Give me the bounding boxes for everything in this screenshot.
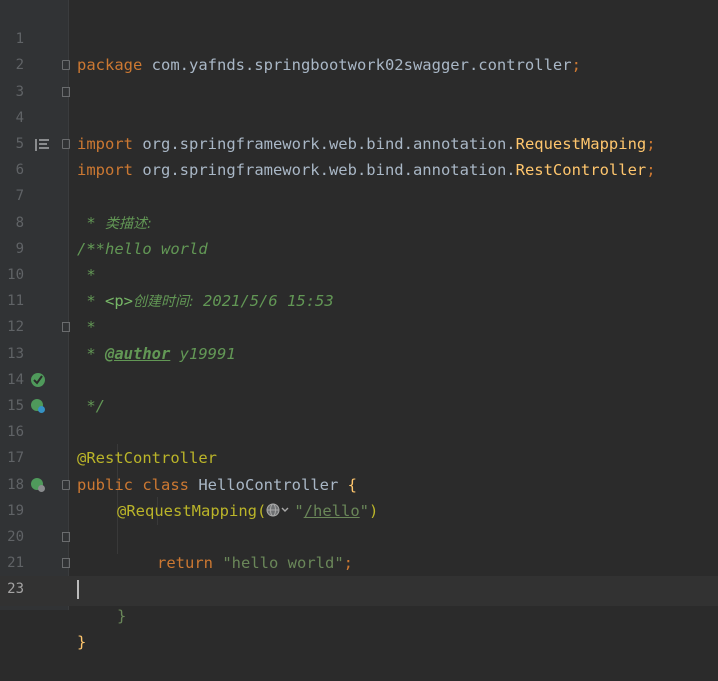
line-number: 23 xyxy=(7,581,24,598)
code-text: } xyxy=(77,632,87,651)
doc-render-icon[interactable] xyxy=(34,137,50,153)
code-line-12[interactable]: 12 * @author y19991 xyxy=(0,288,718,362)
fold-end-icon[interactable] xyxy=(62,558,70,569)
spring-web-endpoint-icon[interactable] xyxy=(30,477,46,493)
code-line-7[interactable]: 7 * 类描述: xyxy=(0,157,718,231)
code-line-19[interactable]: 19 public String hello() { xyxy=(0,472,718,598)
code-line-9[interactable]: 9 * xyxy=(0,210,718,284)
fold-end-icon[interactable] xyxy=(62,532,70,542)
fold-start-icon[interactable] xyxy=(62,479,70,490)
code-line-20[interactable]: 20 return "hello world"; xyxy=(0,498,718,572)
text-caret xyxy=(77,580,79,600)
code-line-14[interactable]: 14 xyxy=(0,341,718,388)
code-text: } xyxy=(117,606,127,625)
fold-start-icon[interactable] xyxy=(62,60,70,71)
code-line-16[interactable]: 16 public class HelloController { xyxy=(0,393,718,494)
code-line-17[interactable]: 17 xyxy=(0,419,718,466)
code-line-5[interactable]: 5 xyxy=(0,105,718,152)
fold-start-icon[interactable] xyxy=(62,139,70,149)
code-line-15[interactable]: 15 @RestController xyxy=(0,367,718,467)
fold-end-icon[interactable] xyxy=(62,322,70,333)
fold-end-icon[interactable] xyxy=(62,86,70,97)
code-line-11[interactable]: 11 * xyxy=(0,262,718,336)
code-line-21[interactable]: 21 } xyxy=(0,524,718,625)
spring-web-class-icon[interactable] xyxy=(30,398,46,414)
code-line-3[interactable]: 3 import org.springframework.web.bind.an… xyxy=(0,52,718,153)
code-editor[interactable]: 1 package com.yafnds.springbootwork02swa… xyxy=(0,0,718,651)
code-line-22[interactable]: 22 } xyxy=(0,550,718,651)
code-line-4[interactable]: 4 import org.springframework.web.bind.an… xyxy=(0,79,718,179)
code-line-6[interactable]: 6 /** xyxy=(0,131,718,258)
code-line-23[interactable]: 23 xyxy=(0,576,718,607)
code-line-2[interactable]: 2 xyxy=(0,26,718,73)
code-line-8[interactable]: 8 * hello world xyxy=(0,183,718,258)
code-line-13[interactable]: 13 */ xyxy=(0,314,718,415)
code-line-18[interactable]: 18 @RequestMapping("/hello") xyxy=(0,445,718,520)
spring-bean-icon[interactable] xyxy=(30,372,46,388)
code-line-10[interactable]: 10 * <p>创建时间: 2021/5/6 15:53 xyxy=(0,236,718,310)
code-line-1[interactable]: 1 package com.yafnds.springbootwork02swa… xyxy=(0,0,718,74)
